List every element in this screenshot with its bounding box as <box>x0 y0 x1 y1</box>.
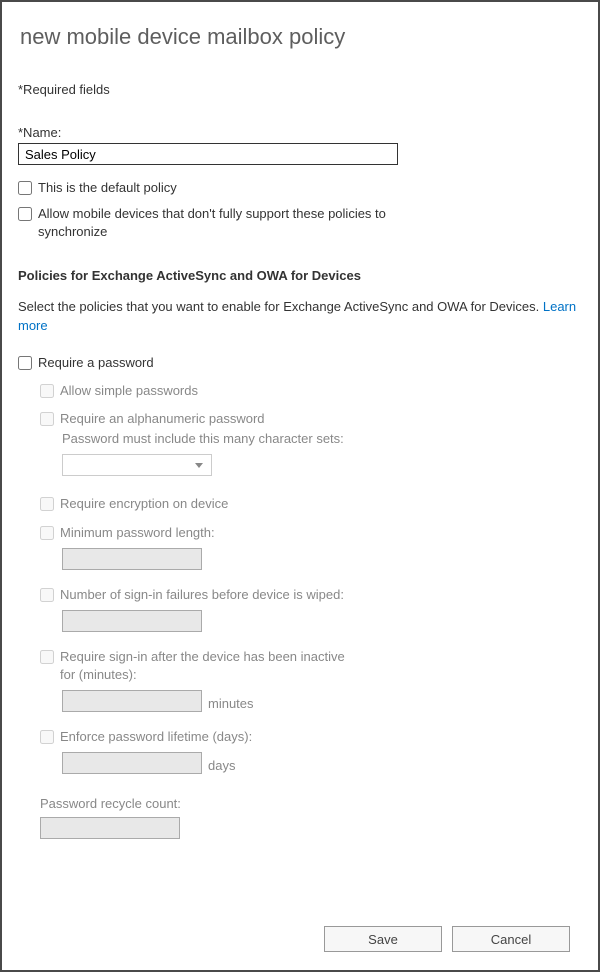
policies-section-header: Policies for Exchange ActiveSync and OWA… <box>18 268 582 283</box>
signin-failures-input <box>62 610 202 632</box>
min-length-label: Minimum password length: <box>60 524 215 542</box>
require-password-label: Require a password <box>38 354 154 372</box>
min-length-checkbox <box>40 526 54 540</box>
allow-simple-label: Allow simple passwords <box>60 382 198 400</box>
require-alpha-label: Require an alphanumeric password <box>60 410 265 428</box>
allow-unsupported-label: Allow mobile devices that don't fully su… <box>38 205 398 241</box>
char-sets-label: Password must include this many characte… <box>62 430 582 448</box>
lifetime-unit: days <box>208 758 235 773</box>
inactive-input <box>62 690 202 712</box>
signin-failures-label: Number of sign-in failures before device… <box>60 586 344 604</box>
default-policy-label: This is the default policy <box>38 179 177 197</box>
name-input[interactable] <box>18 143 398 165</box>
require-password-checkbox[interactable] <box>18 356 32 370</box>
required-fields-note: *Required fields <box>18 82 582 97</box>
name-label: *Name: <box>18 125 582 140</box>
page-title: new mobile device mailbox policy <box>20 24 582 50</box>
allow-unsupported-checkbox[interactable] <box>18 207 32 221</box>
require-encryption-label: Require encryption on device <box>60 495 228 513</box>
recycle-input <box>40 817 180 839</box>
min-length-input <box>62 548 202 570</box>
allow-simple-checkbox <box>40 384 54 398</box>
inactive-label: Require sign-in after the device has bee… <box>60 648 360 684</box>
require-alpha-checkbox <box>40 412 54 426</box>
policies-section-desc: Select the policies that you want to ena… <box>18 297 582 336</box>
signin-failures-checkbox <box>40 588 54 602</box>
lifetime-label: Enforce password lifetime (days): <box>60 728 252 746</box>
require-encryption-checkbox <box>40 497 54 511</box>
lifetime-input <box>62 752 202 774</box>
inactive-checkbox <box>40 650 54 664</box>
default-policy-checkbox[interactable] <box>18 181 32 195</box>
recycle-label: Password recycle count: <box>40 796 582 811</box>
lifetime-checkbox <box>40 730 54 744</box>
save-button[interactable]: Save <box>324 926 442 952</box>
char-sets-select <box>62 454 212 476</box>
inactive-unit: minutes <box>208 696 254 711</box>
cancel-button[interactable]: Cancel <box>452 926 570 952</box>
